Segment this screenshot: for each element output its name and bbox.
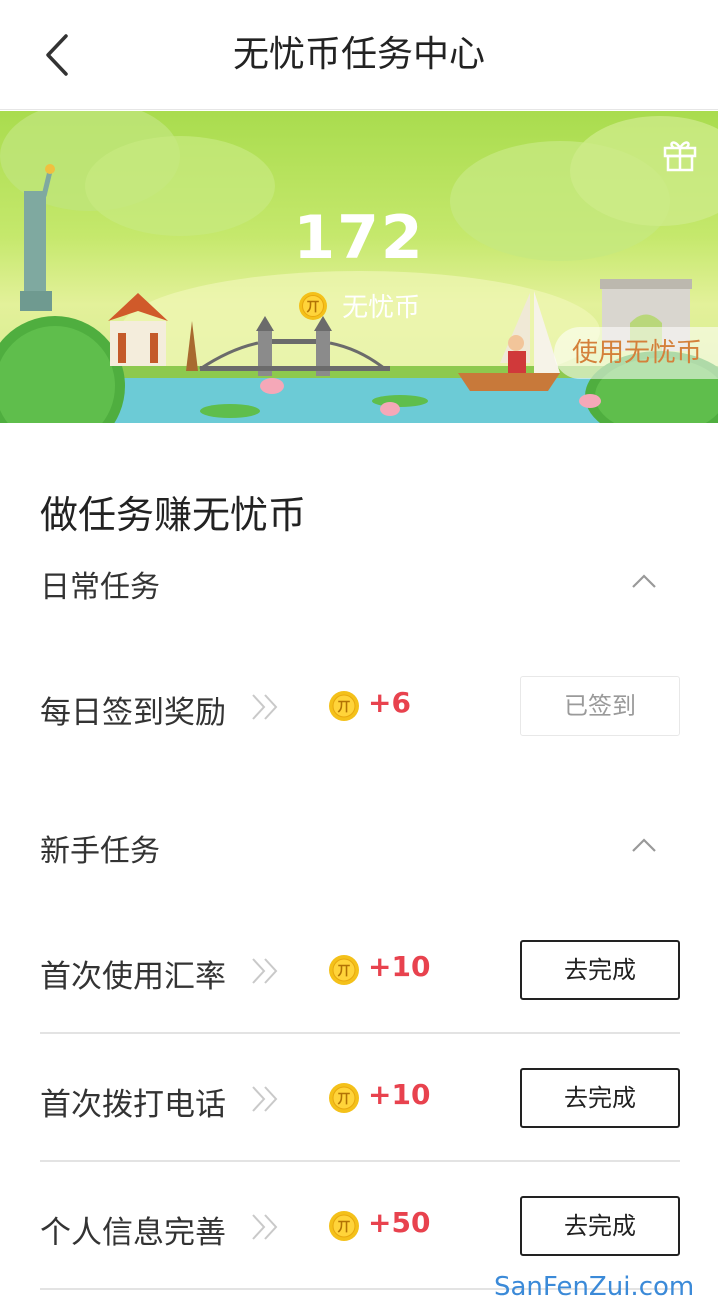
svg-text:丌: 丌	[337, 1092, 350, 1107]
coin-icon: 丌	[329, 691, 359, 721]
task-name: 首次拨打电话	[40, 1087, 226, 1123]
go-complete-button[interactable]: 去完成	[520, 1196, 680, 1256]
coin-icon: 丌	[329, 955, 359, 985]
chevron-up-icon[interactable]	[630, 836, 658, 854]
site-watermark: SanFenZui.com	[494, 1272, 695, 1302]
reward-points: +10	[368, 1078, 431, 1111]
svg-text:丌: 丌	[306, 300, 319, 315]
gift-icon[interactable]	[662, 136, 698, 172]
task-row-profile-completion: 个人信息完善 丌 +50 去完成	[40, 1162, 680, 1290]
checked-in-button[interactable]: 已签到	[520, 676, 680, 736]
chevron-up-icon[interactable]	[630, 572, 658, 590]
task-name: 首次使用汇率	[40, 959, 226, 995]
double-chevron-right-icon	[252, 694, 278, 720]
daily-tasks-heading: 日常任务	[40, 562, 200, 606]
task-name: 每日签到奖励	[40, 695, 226, 731]
go-complete-button[interactable]: 去完成	[520, 940, 680, 1000]
coin-balance-unit: 无忧币	[342, 293, 421, 323]
task-row-daily-checkin: 每日签到奖励 丌 +6 已签到	[40, 642, 680, 770]
coin-balance-banner: 172 丌 无忧币 使用无忧币	[0, 111, 718, 423]
svg-text:丌: 丌	[337, 700, 350, 715]
coin-icon: 丌	[298, 291, 327, 320]
double-chevron-right-icon	[252, 1086, 278, 1112]
newbie-tasks-heading: 新手任务	[40, 826, 200, 870]
go-complete-button[interactable]: 去完成	[520, 1068, 680, 1128]
page-title: 无忧币任务中心	[232, 34, 485, 75]
task-row-first-exchange-rate: 首次使用汇率 丌 +10 去完成	[40, 906, 680, 1034]
reward-points: +50	[368, 1206, 431, 1239]
coin-icon: 丌	[329, 1211, 359, 1241]
use-coins-button[interactable]: 使用无忧币	[554, 327, 718, 379]
double-chevron-right-icon	[252, 1214, 278, 1240]
svg-text:丌: 丌	[337, 964, 350, 979]
task-name: 个人信息完善	[40, 1215, 226, 1251]
coin-balance-value: 172	[293, 203, 425, 273]
svg-text:丌: 丌	[337, 1220, 350, 1235]
top-nav-bar: 无忧币任务中心	[0, 0, 718, 110]
reward-points: +6	[368, 686, 411, 719]
double-chevron-right-icon	[252, 958, 278, 984]
coin-icon: 丌	[329, 1083, 359, 1113]
task-row-first-call: 首次拨打电话 丌 +10 去完成	[40, 1034, 680, 1162]
earn-coins-heading: 做任务赚无忧币	[40, 493, 307, 537]
reward-points: +10	[368, 950, 431, 983]
coin-balance-label-row: 丌 无忧币	[0, 287, 718, 324]
